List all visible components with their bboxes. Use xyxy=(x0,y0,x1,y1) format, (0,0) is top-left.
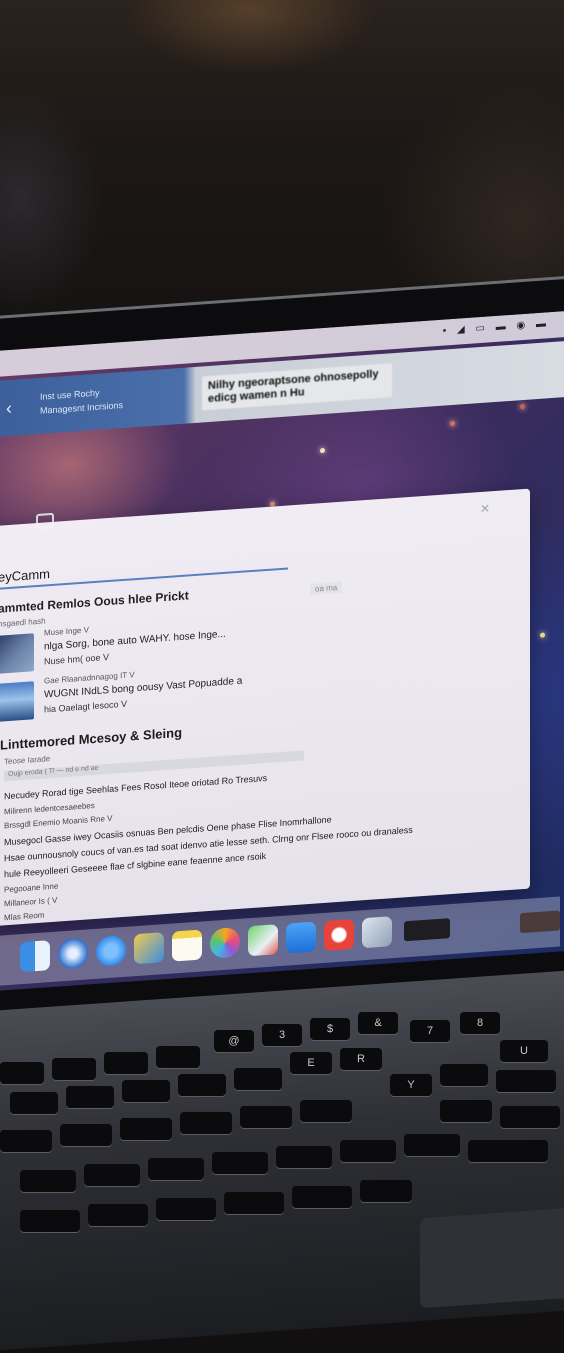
keyboard-key[interactable] xyxy=(60,1124,112,1146)
keyboard-key[interactable] xyxy=(20,1210,80,1232)
keyboard-key[interactable] xyxy=(212,1152,268,1174)
finder-icon[interactable] xyxy=(20,940,50,973)
keyboard-key[interactable] xyxy=(0,1062,44,1084)
photos-viewer-icon[interactable] xyxy=(134,932,164,965)
keyboard-key[interactable] xyxy=(276,1146,332,1168)
keyboard-key[interactable] xyxy=(468,1140,548,1162)
panel-title: eyCamm xyxy=(0,566,51,585)
text-line: Millaneor Is ( V xyxy=(4,895,58,909)
keyboard-key[interactable] xyxy=(0,1130,52,1152)
bokeh-light xyxy=(320,447,325,454)
keyboard-key[interactable] xyxy=(340,1140,396,1162)
back-arrow-icon[interactable]: ‹ xyxy=(6,398,12,419)
keyboard-key[interactable] xyxy=(178,1074,226,1096)
item-meta: Muse Inge V xyxy=(44,625,89,638)
keyboard-key[interactable]: & xyxy=(358,1012,398,1034)
meta-tag[interactable]: oa ma xyxy=(310,581,343,595)
keyboard-key[interactable]: Y xyxy=(390,1074,432,1096)
bokeh-light xyxy=(450,420,455,427)
keyboard-key[interactable] xyxy=(156,1046,200,1068)
content-panel: ✕ eyCamm ammted Remlos Oous hlee Prickt … xyxy=(0,488,530,927)
close-icon[interactable]: ✕ xyxy=(480,501,490,516)
page-heading: Nilhy ngeoraptsone ohnosepolly edicg wam… xyxy=(202,363,392,411)
dock-item[interactable] xyxy=(404,918,450,942)
keyboard-key[interactable] xyxy=(180,1112,232,1134)
keyboard-key[interactable]: @ xyxy=(214,1030,254,1052)
laptop-screen: ▪ ◢ ▭ ▬ ◉ ▬ ‹ Inst use Rochy Managesnt I… xyxy=(0,310,564,992)
keyboard-key[interactable] xyxy=(240,1106,292,1128)
keyboard-key[interactable] xyxy=(66,1086,114,1108)
keyboard-key[interactable] xyxy=(224,1192,284,1214)
keyboard-key[interactable]: U xyxy=(500,1040,548,1062)
keyboard-key[interactable] xyxy=(20,1170,76,1192)
preview-icon[interactable] xyxy=(362,916,392,949)
item-subtitle: hia Oaelagt lesoco V xyxy=(44,698,128,715)
notes-icon[interactable] xyxy=(172,929,202,962)
keyboard-key[interactable] xyxy=(404,1134,460,1156)
item-subtitle: Nuse hm( ooe V xyxy=(44,651,110,667)
keyboard-key[interactable] xyxy=(84,1164,140,1186)
compass-icon[interactable] xyxy=(96,934,126,967)
keyboard-key[interactable] xyxy=(234,1068,282,1090)
status-icons: ▪ ◢ ▭ ▬ ◉ ▬ xyxy=(442,318,550,337)
keyboard-key[interactable] xyxy=(440,1100,492,1122)
bokeh-light xyxy=(520,403,525,410)
keyboard-key[interactable]: 7 xyxy=(410,1020,450,1042)
section-subheading: Teose Iarade xyxy=(4,754,51,767)
text-line: Mlas Reom xyxy=(4,910,45,923)
keyboard-key[interactable] xyxy=(496,1070,556,1092)
keyboard-key[interactable] xyxy=(292,1186,352,1208)
keyboard-key[interactable]: E xyxy=(290,1052,332,1074)
music-icon[interactable] xyxy=(324,918,354,951)
maps-icon[interactable] xyxy=(248,924,278,957)
app-title: Inst use Rochy xyxy=(40,387,100,402)
keyboard-key[interactable] xyxy=(10,1092,58,1114)
keyboard-key[interactable] xyxy=(360,1180,412,1202)
keyboard-key[interactable] xyxy=(148,1158,204,1180)
keyboard-key[interactable] xyxy=(440,1064,488,1086)
photos-icon[interactable] xyxy=(210,926,240,959)
keyboard-key[interactable] xyxy=(500,1106,560,1128)
mail-icon[interactable] xyxy=(286,921,316,954)
safari-icon[interactable] xyxy=(58,937,88,970)
text-line: Milirenn ledentcesaeebes xyxy=(4,800,95,817)
text-line: Brssgdl Enemio Moanis Rne V xyxy=(4,813,113,831)
keyboard-key[interactable]: $ xyxy=(310,1018,350,1040)
keyboard-key[interactable] xyxy=(88,1204,148,1226)
item-thumbnail xyxy=(0,681,34,722)
keyboard-key[interactable] xyxy=(120,1118,172,1140)
item-thumbnail xyxy=(0,633,34,674)
keyboard-key[interactable] xyxy=(122,1080,170,1102)
section-subheading: hsgaedl hash xyxy=(0,616,46,629)
app-subtitle: Managesnt Incrsions xyxy=(40,399,124,416)
bokeh-light xyxy=(540,632,545,638)
keyboard-key[interactable]: R xyxy=(340,1048,382,1070)
section-heading: ammted Remlos Oous hlee Prickt xyxy=(0,588,189,616)
dock-item[interactable] xyxy=(520,910,560,934)
keyboard-key[interactable]: 3 xyxy=(262,1024,302,1046)
keyboard-key[interactable] xyxy=(300,1100,352,1122)
keyboard-key[interactable] xyxy=(52,1058,96,1080)
keyboard-key[interactable] xyxy=(156,1198,216,1220)
text-line: Pegooane Inne xyxy=(4,881,59,895)
keyboard-key[interactable]: 8 xyxy=(460,1012,500,1034)
keyboard-key[interactable] xyxy=(104,1052,148,1074)
section-heading: Linttemored Mcesoy & Sleing xyxy=(0,724,183,753)
